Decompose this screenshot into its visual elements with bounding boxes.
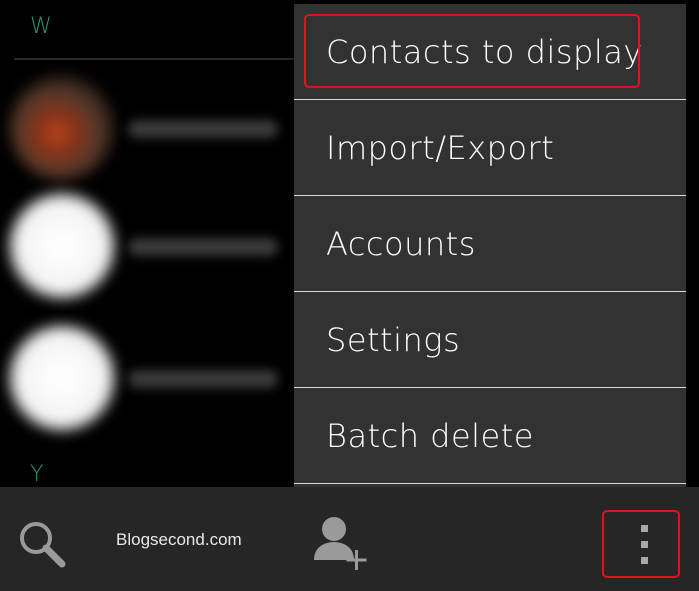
section-header-w: W	[30, 14, 52, 39]
section-divider	[14, 58, 294, 60]
avatar	[10, 76, 114, 180]
overflow-menu-icon	[641, 557, 648, 564]
avatar	[10, 326, 114, 430]
menu-item-label: Settings	[326, 320, 461, 359]
contact-row[interactable]	[0, 322, 294, 430]
search-icon[interactable]	[16, 518, 68, 570]
menu-item-label: Batch delete	[326, 416, 534, 455]
avatar	[10, 194, 114, 298]
overflow-menu-icon	[641, 525, 648, 532]
overflow-menu-icon	[641, 541, 648, 548]
contact-name-blurred	[128, 120, 278, 138]
overflow-menu-button[interactable]	[602, 510, 680, 578]
contact-name-blurred	[128, 238, 278, 256]
menu-item-label: Accounts	[326, 224, 476, 263]
menu-item-settings[interactable]: Settings	[294, 292, 686, 388]
highlight-annotation	[304, 14, 640, 88]
contact-row[interactable]	[0, 72, 294, 180]
menu-item-batch-delete[interactable]: Batch delete	[294, 388, 686, 484]
watermark-text: Blogsecond.com	[116, 530, 242, 549]
contact-row[interactable]	[0, 190, 294, 298]
section-header-y: Y	[30, 462, 44, 487]
menu-item-import-export[interactable]: Import/Export	[294, 100, 686, 196]
contact-name-blurred	[128, 370, 278, 388]
add-contact-icon[interactable]	[312, 512, 372, 572]
menu-item-label: Import/Export	[326, 128, 555, 167]
menu-item-accounts[interactable]: Accounts	[294, 196, 686, 292]
overflow-menu: Contacts to display Import/Export Accoun…	[294, 4, 686, 487]
